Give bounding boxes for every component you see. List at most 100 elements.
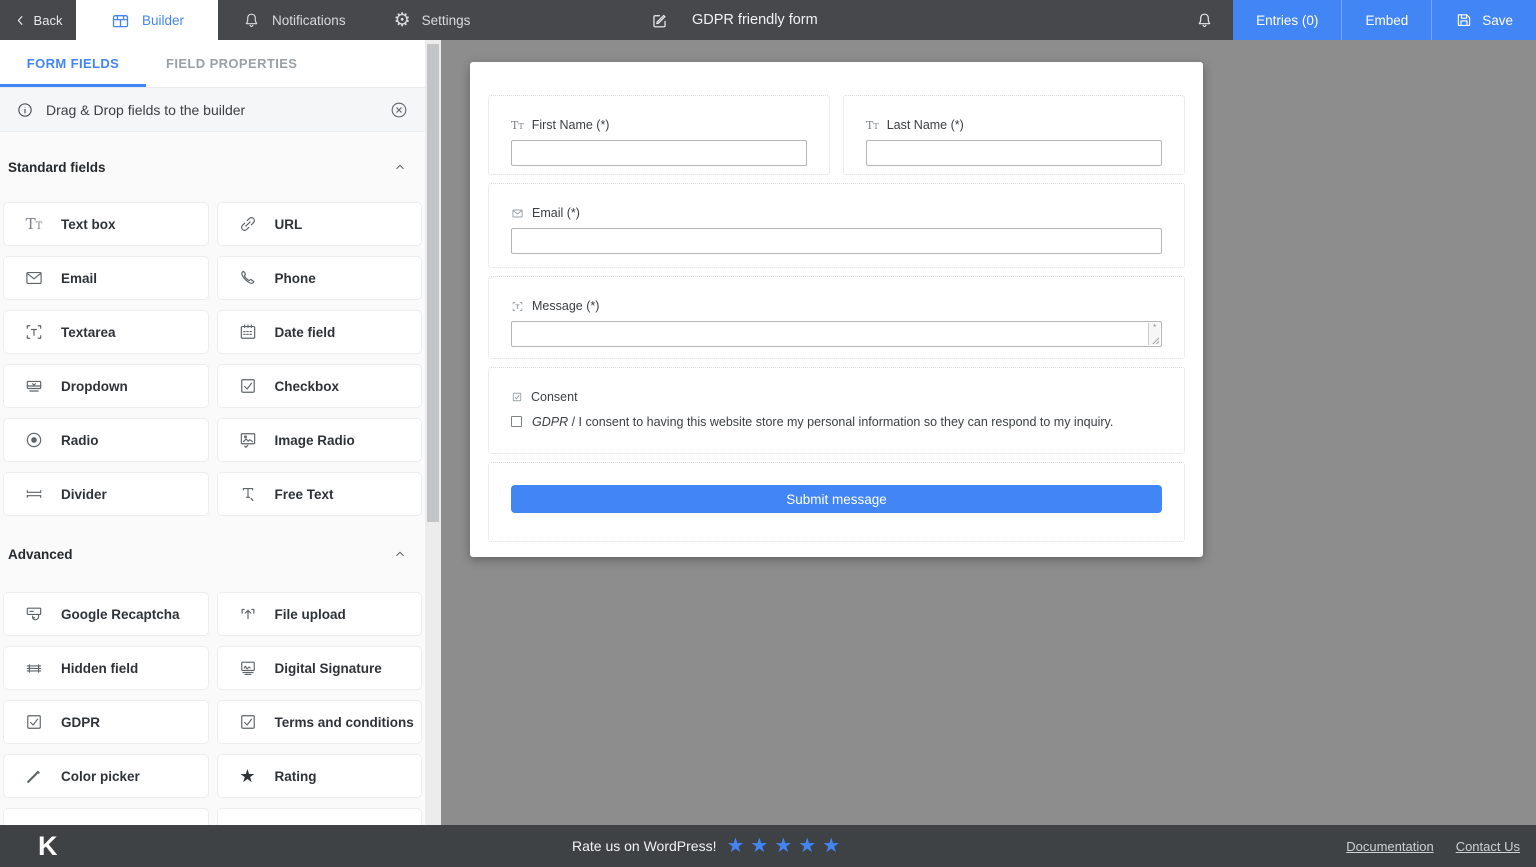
form-preview-card: TT First Name (*) TT Last Name (*) Email… <box>470 62 1203 557</box>
drag-drop-hint: Drag & Drop fields to the builder <box>0 88 425 132</box>
email-fieldbox[interactable]: Email (*) <box>488 183 1185 268</box>
field-card-free-text[interactable]: Free Text <box>217 472 423 516</box>
field-card-label: Date field <box>275 325 336 340</box>
field-card-terms[interactable]: Terms and conditions <box>217 700 423 744</box>
resize-grip-icon[interactable] <box>1151 336 1160 345</box>
email-input[interactable] <box>511 228 1162 254</box>
field-card-recaptcha[interactable]: Google Recaptcha <box>3 592 209 636</box>
field-card-hidden-field[interactable]: Hidden field <box>3 646 209 690</box>
field-card-image-radio[interactable]: Image Radio <box>217 418 423 462</box>
field-card-phone[interactable]: Phone <box>217 256 423 300</box>
entries-button[interactable]: Entries (0) <box>1233 0 1341 40</box>
field-card-partial[interactable] <box>217 808 423 825</box>
save-button[interactable]: Save <box>1431 0 1536 40</box>
rate-group: Rate us on WordPress! ★ ★ ★ ★ ★ <box>572 825 840 867</box>
field-card-label: Digital Signature <box>275 661 382 676</box>
chevron-up-icon[interactable] <box>393 547 407 561</box>
star-icon[interactable]: ★ <box>822 836 840 856</box>
message-textarea[interactable]: * <box>511 321 1162 347</box>
message-label: Message (*) <box>532 299 599 313</box>
form-title[interactable]: GDPR friendly form <box>692 12 818 28</box>
upload-icon <box>236 604 260 624</box>
chevron-left-icon <box>14 14 27 27</box>
field-card-label: Textarea <box>61 325 116 340</box>
gear-icon: ⚙ <box>394 11 411 30</box>
tab-settings-label: Settings <box>422 13 471 28</box>
gdpr-checkbox[interactable] <box>511 416 522 427</box>
tab-notifications[interactable]: Notifications <box>218 0 370 40</box>
field-card-label: File upload <box>275 607 346 622</box>
section-standard-fields[interactable]: Standard fields <box>0 132 425 202</box>
last-name-label: Last Name (*) <box>887 118 964 132</box>
star-icon[interactable]: ★ <box>726 836 744 856</box>
rating-stars[interactable]: ★ ★ ★ ★ ★ <box>726 836 840 856</box>
textarea-icon <box>511 300 524 313</box>
field-card-text-box[interactable]: TT Text box <box>3 202 209 246</box>
hidden-field-icon <box>22 658 46 678</box>
field-card-file-upload[interactable]: File upload <box>217 592 423 636</box>
email-label: Email (*) <box>532 206 580 220</box>
field-card-color-picker[interactable]: Color picker <box>3 754 209 798</box>
field-card-divider[interactable]: Divider <box>3 472 209 516</box>
submit-button[interactable]: Submit message <box>511 485 1162 513</box>
tab-builder[interactable]: Builder <box>76 0 218 40</box>
first-name-fieldbox[interactable]: TT First Name (*) <box>488 95 830 175</box>
back-button[interactable]: Back <box>0 0 76 40</box>
field-card-label: Checkbox <box>275 379 340 394</box>
section-advanced[interactable]: Advanced <box>0 516 425 592</box>
field-card-gdpr[interactable]: GDPR <box>3 700 209 744</box>
consent-label: Consent <box>531 390 578 404</box>
fields-sidebar: FORM FIELDS FIELD PROPERTIES Drag & Drop… <box>0 40 425 825</box>
field-card-email[interactable]: Email <box>3 256 209 300</box>
last-name-fieldbox[interactable]: TT Last Name (*) <box>843 95 1185 175</box>
field-card-label: Color picker <box>61 769 140 784</box>
edit-icon[interactable] <box>650 11 669 30</box>
textbox-icon: TT <box>22 217 46 232</box>
field-card-rating[interactable]: ★ Rating <box>217 754 423 798</box>
name-fields-row: TT First Name (*) TT Last Name (*) <box>488 95 1185 175</box>
clipped-fields-row <box>0 808 425 825</box>
field-card-textarea[interactable]: Textarea <box>3 310 209 354</box>
back-label: Back <box>34 13 63 28</box>
embed-label: Embed <box>1365 13 1408 28</box>
bell-icon <box>1195 11 1214 30</box>
message-fieldbox[interactable]: Message (*) * <box>488 276 1185 359</box>
contact-us-link[interactable]: Contact Us <box>1456 839 1520 854</box>
tab-settings[interactable]: ⚙ Settings <box>370 0 495 40</box>
first-name-input[interactable] <box>511 140 807 166</box>
field-card-label: Text box <box>61 217 116 232</box>
sidebar-scrollbar[interactable] <box>425 40 441 825</box>
star-icon[interactable]: ★ <box>798 836 816 856</box>
field-card-label: Email <box>61 271 97 286</box>
submit-fieldbox[interactable]: Submit message <box>488 462 1185 542</box>
check-square-icon <box>511 391 523 403</box>
free-text-icon <box>236 484 260 504</box>
star-icon[interactable]: ★ <box>774 836 792 856</box>
info-icon <box>16 101 34 119</box>
consent-fieldbox[interactable]: Consent GDPR / I consent to having this … <box>488 367 1185 454</box>
field-card-url[interactable]: URL <box>217 202 423 246</box>
consent-label-row: Consent <box>511 390 1162 404</box>
close-hint-icon[interactable] <box>389 100 409 120</box>
chevron-up-icon[interactable] <box>393 160 407 174</box>
hint-text: Drag & Drop fields to the builder <box>46 102 245 118</box>
last-name-input[interactable] <box>866 140 1162 166</box>
link-icon <box>236 214 260 234</box>
field-card-radio[interactable]: Radio <box>3 418 209 462</box>
field-card-digital-signature[interactable]: Digital Signature <box>217 646 423 690</box>
field-card-partial[interactable] <box>3 808 209 825</box>
field-card-dropdown[interactable]: Dropdown <box>3 364 209 408</box>
field-card-checkbox[interactable]: Checkbox <box>217 364 423 408</box>
star-icon[interactable]: ★ <box>750 836 768 856</box>
check-square-icon <box>22 712 46 732</box>
field-card-date[interactable]: Date field <box>217 310 423 354</box>
notification-bell-button[interactable] <box>1176 0 1233 40</box>
field-card-label: Rating <box>275 769 317 784</box>
field-card-label: Google Recaptcha <box>61 607 180 622</box>
embed-button[interactable]: Embed <box>1341 0 1431 40</box>
tab-field-properties[interactable]: FIELD PROPERTIES <box>146 40 317 87</box>
documentation-link[interactable]: Documentation <box>1346 839 1433 854</box>
scrollbar-thumb[interactable] <box>427 44 439 522</box>
tab-form-fields[interactable]: FORM FIELDS <box>0 40 146 87</box>
tab-form-fields-label: FORM FIELDS <box>27 56 120 71</box>
